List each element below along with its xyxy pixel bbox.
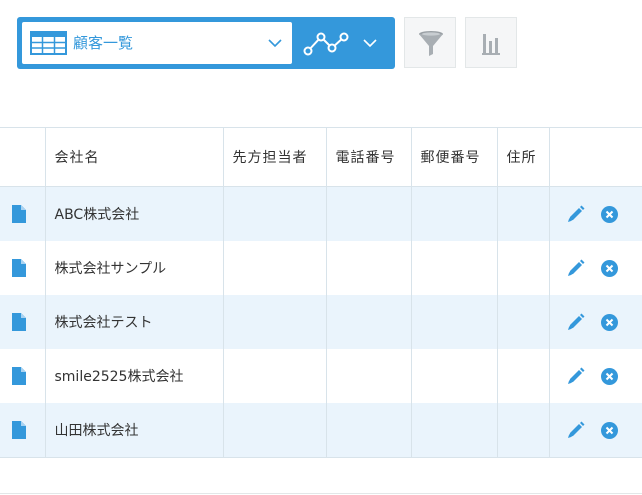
delete-icon[interactable] xyxy=(600,205,618,223)
cell-phone xyxy=(325,295,411,349)
row-actions xyxy=(559,205,642,223)
pencil-icon[interactable] xyxy=(567,259,585,277)
table-row: ABC株式会社 xyxy=(0,186,642,241)
document-icon[interactable] xyxy=(12,313,26,331)
graph-view-button[interactable] xyxy=(300,22,390,64)
pencil-icon[interactable] xyxy=(567,205,585,223)
document-icon[interactable] xyxy=(12,259,26,277)
table-icon xyxy=(30,31,67,55)
column-header-company[interactable]: 会社名 xyxy=(44,127,223,187)
cell-zip xyxy=(410,349,497,403)
footer-divider xyxy=(0,493,642,494)
cell-phone xyxy=(325,349,411,403)
cell-actions xyxy=(548,241,642,295)
view-select-label: 顧客一覧 xyxy=(73,34,134,52)
delete-icon[interactable] xyxy=(600,259,618,277)
filter-button[interactable] xyxy=(404,17,456,68)
delete-icon[interactable] xyxy=(600,367,618,385)
records-table: 会社名 先方担当者 電話番号 郵便番号 住所 ABC株式会社 株式会社サンプル 株式… xyxy=(0,127,642,458)
cell-actions xyxy=(548,295,642,349)
table-row: 株式会社テスト xyxy=(0,295,642,349)
cell-company: 山田株式会社 xyxy=(44,403,223,458)
cell-address xyxy=(496,241,549,295)
cell-address xyxy=(496,186,549,241)
table-header-row: 会社名 先方担当者 電話番号 郵便番号 住所 xyxy=(0,127,642,187)
cell-contact xyxy=(222,403,326,458)
cell-address xyxy=(496,295,549,349)
chevron-down-icon xyxy=(268,39,282,48)
column-header-zip[interactable]: 郵便番号 xyxy=(410,127,497,187)
view-selector-group: 顧客一覧 xyxy=(17,17,395,69)
pencil-icon[interactable] xyxy=(567,421,585,439)
cell-company: smile2525株式会社 xyxy=(44,349,223,403)
header-actions-spacer xyxy=(548,127,642,187)
row-actions xyxy=(559,421,642,439)
line-graph-icon xyxy=(303,32,349,56)
document-icon[interactable] xyxy=(12,205,26,223)
view-toolbar: 顧客一覧 xyxy=(17,17,395,69)
cell-address xyxy=(496,403,549,458)
record-detail-cell xyxy=(0,241,45,295)
row-actions xyxy=(559,313,642,331)
chevron-down-icon xyxy=(363,39,377,48)
cell-phone xyxy=(325,186,411,241)
document-icon[interactable] xyxy=(12,367,26,385)
cell-company: 株式会社サンプル xyxy=(44,241,223,295)
table-row: 株式会社サンプル xyxy=(0,241,642,295)
record-detail-cell xyxy=(0,186,45,241)
cell-phone xyxy=(325,403,411,458)
summary-graph-button[interactable] xyxy=(465,17,517,68)
document-icon[interactable] xyxy=(12,421,26,439)
pencil-icon[interactable] xyxy=(567,367,585,385)
cell-company: 株式会社テスト xyxy=(44,295,223,349)
funnel-icon xyxy=(419,31,443,56)
cell-actions xyxy=(548,403,642,458)
cell-zip xyxy=(410,241,497,295)
record-detail-cell xyxy=(0,349,45,403)
delete-icon[interactable] xyxy=(600,313,618,331)
delete-icon[interactable] xyxy=(600,421,618,439)
cell-actions xyxy=(548,349,642,403)
cell-phone xyxy=(325,241,411,295)
column-header-contact[interactable]: 先方担当者 xyxy=(222,127,326,187)
column-header-address[interactable]: 住所 xyxy=(496,127,549,187)
cell-actions xyxy=(548,186,642,241)
header-spacer xyxy=(0,127,45,187)
view-select-dropdown[interactable]: 顧客一覧 xyxy=(22,22,292,64)
record-detail-cell xyxy=(0,295,45,349)
cell-zip xyxy=(410,403,497,458)
cell-contact xyxy=(222,241,326,295)
table-row: smile2525株式会社 xyxy=(0,349,642,403)
column-header-phone[interactable]: 電話番号 xyxy=(325,127,411,187)
row-actions xyxy=(559,367,642,385)
pencil-icon[interactable] xyxy=(567,313,585,331)
cell-zip xyxy=(410,186,497,241)
cell-zip xyxy=(410,295,497,349)
cell-company: ABC株式会社 xyxy=(44,186,223,241)
cell-contact xyxy=(222,295,326,349)
cell-contact xyxy=(222,186,326,241)
row-actions xyxy=(559,259,642,277)
record-detail-cell xyxy=(0,403,45,458)
cell-contact xyxy=(222,349,326,403)
bar-chart-icon xyxy=(482,34,500,55)
cell-address xyxy=(496,349,549,403)
table-row: 山田株式会社 xyxy=(0,403,642,458)
